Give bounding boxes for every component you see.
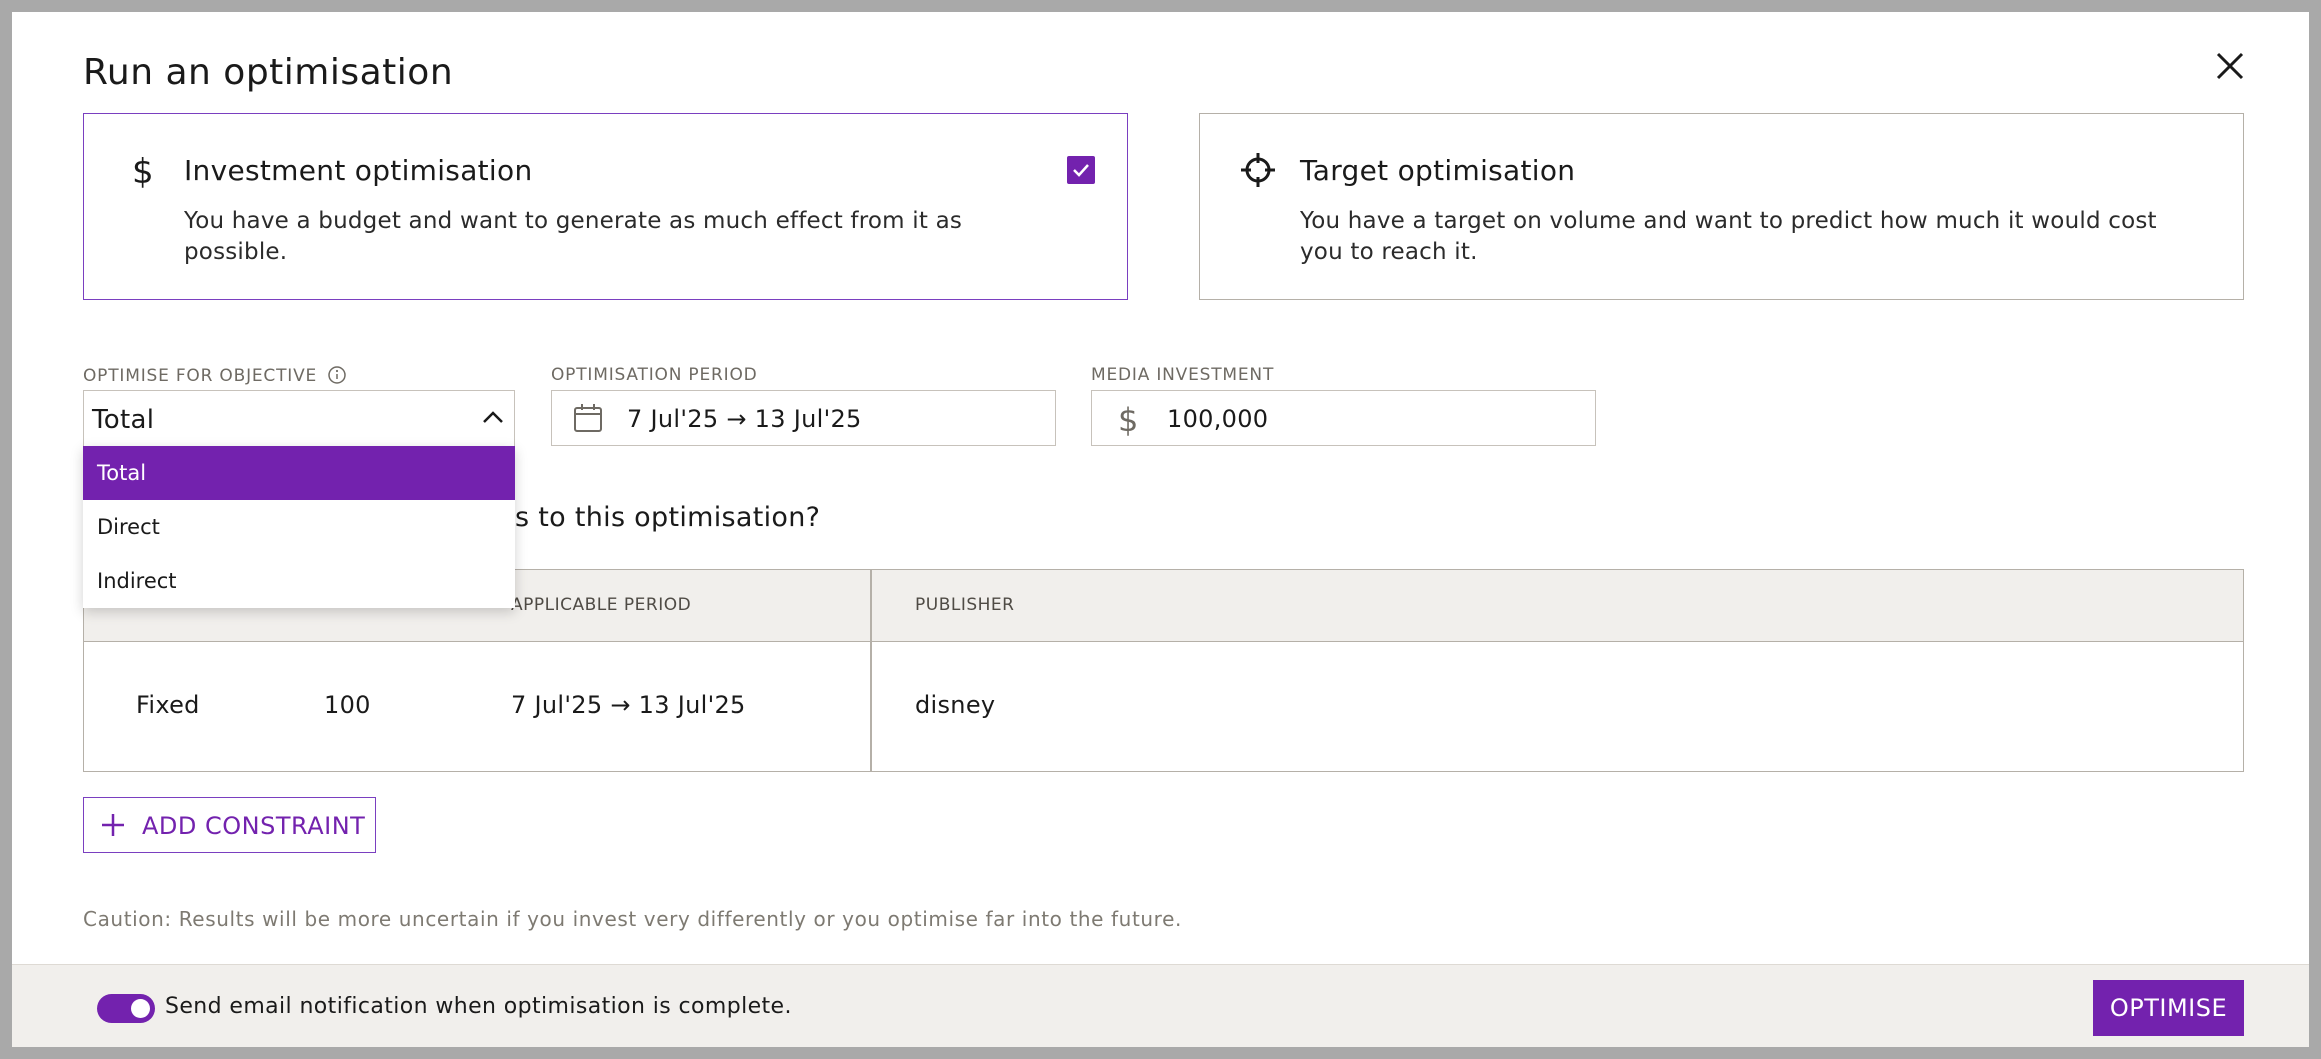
email-notification-label: Send email notification when optimisatio…: [165, 994, 792, 1019]
chevron-up-icon: [483, 411, 503, 423]
period-input[interactable]: 7 Jul'25 → 13 Jul'25: [551, 390, 1056, 446]
objective-select[interactable]: Total: [83, 390, 515, 446]
objective-option-indirect[interactable]: Indirect: [83, 554, 515, 608]
objective-dropdown-list: Total Direct Indirect: [83, 446, 515, 608]
check-icon: [1073, 164, 1089, 177]
dialog-title: Run an optimisation: [83, 52, 454, 93]
dollar-icon: $: [132, 152, 154, 190]
row-publisher: disney: [915, 691, 996, 719]
objective-label-text: OPTIMISE FOR OBJECTIVE: [83, 366, 318, 386]
investment-input[interactable]: $ 100,000: [1091, 390, 1596, 446]
optimise-button[interactable]: OPTIMISE: [2093, 980, 2244, 1036]
target-card-title: Target optimisation: [1300, 154, 1576, 187]
close-button[interactable]: [2208, 44, 2252, 88]
investment-card-title: Investment optimisation: [184, 154, 533, 187]
objective-option-total[interactable]: Total: [83, 446, 515, 500]
add-constraint-label: ADD CONSTRAINT: [142, 812, 366, 840]
dollar-icon: $: [1118, 401, 1138, 436]
constraints-question-text: s to this optimisation?: [515, 502, 821, 533]
close-icon: [2216, 52, 2244, 80]
optimisation-dialog: Run an optimisation $ Investment optimis…: [12, 12, 2309, 1047]
objective-label: OPTIMISE FOR OBJECTIVE: [83, 365, 347, 386]
investment-checkbox[interactable]: [1067, 156, 1095, 184]
objective-selected-value: Total: [92, 405, 155, 435]
header-publisher: PUBLISHER: [915, 595, 1015, 615]
investment-optimisation-card[interactable]: $ Investment optimisation You have a bud…: [83, 113, 1128, 300]
table-divider: [870, 570, 872, 771]
objective-option-direct[interactable]: Direct: [83, 500, 515, 554]
period-value: 7 Jul'25 → 13 Jul'25: [627, 405, 862, 433]
dialog-footer: Send email notification when optimisatio…: [12, 964, 2309, 1047]
investment-value: 100,000: [1167, 405, 1269, 433]
plus-icon: [102, 814, 124, 836]
calendar-icon: [574, 404, 602, 432]
target-optimisation-card[interactable]: Target optimisation You have a target on…: [1199, 113, 2244, 300]
target-card-description: You have a target on volume and want to …: [1300, 208, 2157, 265]
svg-text:$: $: [132, 152, 154, 190]
toggle-knob: [131, 999, 150, 1018]
period-label: OPTIMISATION PERIOD: [551, 365, 758, 385]
investment-label: MEDIA INVESTMENT: [1091, 365, 1275, 385]
email-notification-toggle[interactable]: [97, 994, 155, 1023]
investment-card-description: You have a budget and want to generate a…: [184, 208, 963, 265]
svg-text:$: $: [1118, 401, 1138, 436]
info-icon[interactable]: [327, 365, 347, 385]
caution-text: Caution: Results will be more uncertain …: [83, 907, 1182, 931]
crosshair-icon: [1241, 153, 1275, 187]
row-amount: 100: [324, 691, 371, 719]
header-applicable-period: APPLICABLE PERIOD: [511, 595, 692, 615]
row-period: 7 Jul'25 → 13 Jul'25: [511, 691, 746, 719]
add-constraint-button[interactable]: ADD CONSTRAINT: [83, 797, 376, 853]
row-type: Fixed: [136, 691, 200, 719]
